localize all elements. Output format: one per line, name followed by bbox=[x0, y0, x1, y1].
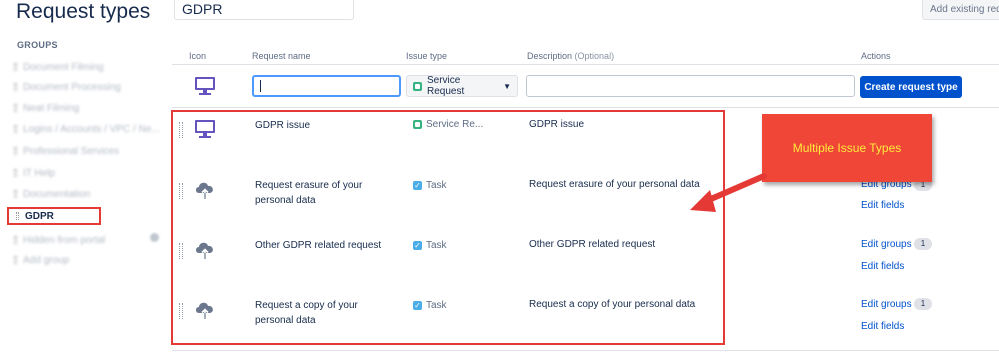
edit-fields-link[interactable]: Edit fields bbox=[861, 321, 904, 332]
drag-handle-icon[interactable] bbox=[14, 104, 17, 112]
table-bottom-divider bbox=[172, 350, 999, 351]
chevron-down-icon: ▼ bbox=[503, 81, 511, 91]
sidebar-item[interactable]: IT Help bbox=[14, 166, 55, 180]
drag-handle-icon[interactable] bbox=[14, 125, 17, 133]
callout-box: Multiple Issue Types bbox=[762, 114, 932, 182]
row-divider bbox=[172, 107, 999, 108]
monitor-icon[interactable] bbox=[194, 76, 216, 96]
edit-fields-link[interactable]: Edit fields bbox=[861, 200, 904, 211]
add-group-link[interactable]: Add group bbox=[14, 253, 69, 267]
sidebar-item-label: Logins / Accounts / VPC / Ne... bbox=[23, 123, 160, 135]
header-divider bbox=[172, 64, 999, 65]
highlight-box-rows bbox=[171, 110, 725, 345]
page-title: Request types bbox=[16, 0, 151, 23]
sidebar-item[interactable]: Logins / Accounts / VPC / Ne... bbox=[14, 122, 160, 136]
sidebar-item-label: GDPR bbox=[25, 210, 54, 222]
sidebar-item-label: Document Processing bbox=[23, 81, 121, 93]
request-name-input[interactable] bbox=[252, 75, 401, 97]
sidebar-item-label: Document Filming bbox=[23, 61, 104, 73]
sidebar-item-label: Documentation bbox=[23, 188, 91, 200]
drag-handle-icon[interactable] bbox=[16, 212, 19, 220]
header-description: Description (Optional) bbox=[527, 51, 614, 61]
group-count-badge: 1 bbox=[914, 298, 932, 310]
header-description-label: Description bbox=[527, 51, 573, 61]
drag-handle-icon[interactable] bbox=[14, 190, 17, 198]
service-request-icon bbox=[413, 81, 422, 91]
edit-groups-link[interactable]: Edit groups bbox=[861, 239, 912, 250]
add-existing-button[interactable]: Add existing requ bbox=[922, 0, 999, 20]
sidebar-item[interactable]: Document Processing bbox=[14, 80, 121, 94]
drag-handle-icon[interactable] bbox=[14, 83, 17, 91]
sidebar-item-label: Neat Filming bbox=[23, 102, 80, 114]
description-textarea[interactable] bbox=[526, 75, 855, 97]
header-issue-type: Issue type bbox=[406, 51, 448, 61]
header-optional-label: (Optional) bbox=[574, 51, 615, 61]
sidebar-item-label: Professional Services bbox=[23, 145, 120, 157]
add-group-label: Add group bbox=[23, 254, 70, 266]
sidebar-item[interactable]: Neat Filming bbox=[14, 101, 79, 115]
sidebar-item-gdpr[interactable]: GDPR bbox=[16, 209, 54, 223]
create-request-type-button[interactable]: Create request type bbox=[860, 76, 962, 98]
issue-type-value: Service Request bbox=[427, 75, 465, 97]
callout-text: Multiple Issue Types bbox=[792, 141, 902, 155]
sidebar-item-label: Hidden from portal bbox=[23, 234, 106, 246]
header-request-name: Request name bbox=[252, 51, 311, 61]
drag-handle-icon[interactable] bbox=[14, 147, 17, 155]
issue-type-select[interactable]: Service Request ▼ bbox=[406, 75, 518, 97]
edit-fields-link[interactable]: Edit fields bbox=[861, 261, 904, 272]
drag-handle-icon[interactable] bbox=[14, 169, 17, 177]
sidebar-item[interactable]: Professional Services bbox=[14, 144, 119, 158]
count-badge bbox=[150, 233, 159, 242]
sidebar-item[interactable]: Documentation bbox=[14, 187, 90, 201]
sidebar-item[interactable]: Document Filming bbox=[14, 60, 104, 74]
sidebar-item-label: IT Help bbox=[23, 167, 56, 179]
arrow-icon bbox=[690, 173, 767, 212]
edit-groups-link[interactable]: Edit groups bbox=[861, 299, 912, 310]
drag-handle-icon bbox=[14, 236, 17, 244]
group-name-field[interactable]: GDPR bbox=[174, 0, 354, 20]
header-icon: Icon bbox=[189, 51, 207, 61]
sidebar-item-hidden[interactable]: Hidden from portal bbox=[14, 233, 105, 247]
group-count-badge: 1 bbox=[914, 238, 932, 250]
header-actions: Actions bbox=[861, 51, 891, 61]
drag-handle-icon[interactable] bbox=[14, 63, 17, 71]
text-cursor bbox=[260, 80, 261, 92]
plus-icon bbox=[14, 256, 17, 264]
groups-label: GROUPS bbox=[17, 40, 58, 50]
